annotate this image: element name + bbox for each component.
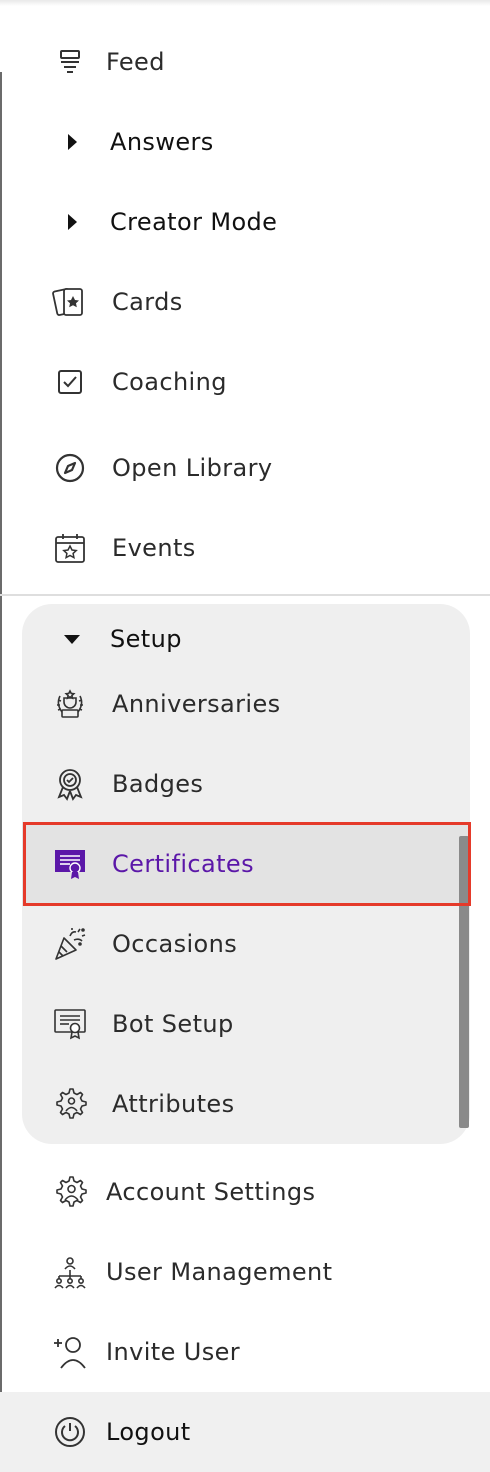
add-user-icon [52, 1334, 88, 1370]
caret-down-icon [54, 621, 90, 657]
setup-item-label: Attributes [112, 1090, 235, 1118]
nav-item-answers[interactable]: Answers [0, 112, 490, 172]
highlight-frame [23, 822, 471, 906]
nav-item-coaching[interactable]: Coaching [0, 352, 490, 412]
setup-item-label: Occasions [112, 930, 238, 958]
setup-toggle[interactable]: Setup [22, 609, 470, 669]
caret-right-icon [54, 204, 90, 240]
logout-label: Logout [106, 1418, 191, 1446]
checkbox-icon [52, 364, 88, 400]
setup-item-attributes[interactable]: Attributes [22, 1074, 452, 1134]
bot-setup-icon [52, 1006, 88, 1042]
divider [0, 594, 490, 596]
nav-item-label: Creator Mode [110, 208, 278, 236]
nav-item-user-management[interactable]: User Management [0, 1242, 490, 1302]
nav-item-label: Coaching [112, 368, 227, 396]
nav-item-label: Answers [110, 128, 214, 156]
logout-button[interactable]: Logout [0, 1402, 490, 1462]
setup-item-label: Badges [112, 770, 204, 798]
power-icon [52, 1414, 88, 1450]
setup-label: Setup [110, 625, 182, 653]
nav-item-open-library[interactable]: Open Library [0, 438, 490, 498]
nav-item-label: Account Settings [106, 1178, 316, 1206]
nav-item-account-settings[interactable]: Account Settings [0, 1162, 490, 1222]
setup-item-badges[interactable]: Badges [22, 754, 470, 814]
compass-icon [52, 450, 88, 486]
nav-item-feed[interactable]: Feed [0, 32, 490, 92]
calendar-star-icon [52, 530, 88, 566]
nav-item-cards[interactable]: Cards [0, 272, 490, 332]
feed-icon [52, 44, 88, 80]
nav-item-creator-mode[interactable]: Creator Mode [0, 192, 490, 252]
setup-item-label: Anniversaries [112, 690, 281, 718]
nav-item-label: User Management [106, 1258, 333, 1286]
nav-item-events[interactable]: Events [0, 518, 490, 578]
setup-item-label: Bot Setup [112, 1010, 234, 1038]
setup-item-anniversaries[interactable]: Anniversaries [22, 674, 470, 734]
org-chart-icon [52, 1254, 88, 1290]
nav-item-invite-user[interactable]: Invite User [0, 1322, 490, 1382]
badge-icon [52, 766, 88, 802]
nav-item-label: Feed [106, 48, 165, 76]
nav-item-label: Cards [112, 288, 183, 316]
setup-item-occasions[interactable]: Occasions [22, 914, 470, 974]
nav-item-label: Events [112, 534, 196, 562]
laurel-trophy-icon [52, 686, 88, 722]
nav-item-label: Open Library [112, 454, 273, 482]
user-gear-icon [52, 1174, 88, 1210]
cards-icon [52, 284, 88, 320]
setup-item-bot-setup[interactable]: Bot Setup [22, 994, 470, 1054]
caret-right-icon [54, 124, 90, 160]
top-shadow [0, 0, 490, 6]
nav-item-label: Invite User [106, 1338, 241, 1366]
gear-user-icon [52, 1086, 88, 1122]
party-popper-icon [52, 926, 88, 962]
